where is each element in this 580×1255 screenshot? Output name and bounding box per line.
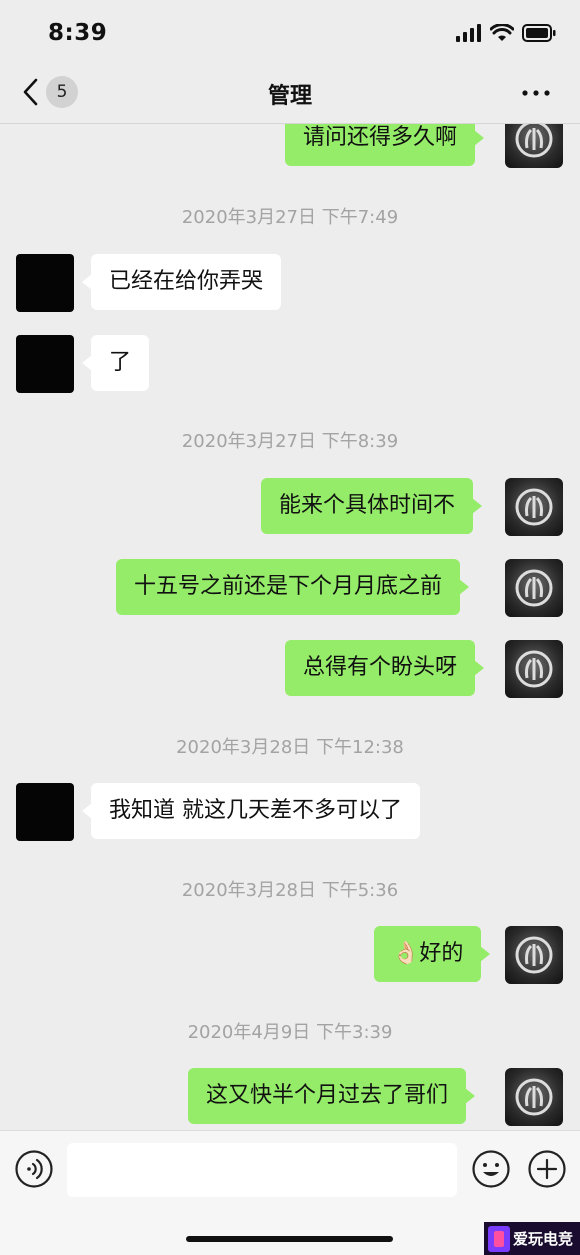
contact-avatar[interactable] [16,783,74,841]
my-avatar[interactable] [505,478,563,536]
message-timestamp: 2020年4月9日 下午3:39 [187,1022,393,1043]
plus-icon [528,1150,566,1188]
message-timestamp: 2020年3月28日 下午5:36 [181,880,399,901]
more-icon [522,90,550,96]
watermark-logo-icon [488,1225,510,1252]
contact-avatar[interactable] [16,335,74,393]
avatar-logo-icon [515,1078,553,1116]
watermark: 爱玩电竞 [484,1222,580,1255]
chat-area[interactable]: 请问还得多久啊 2020年3月27日 下午7:49 已经在给你弄哭 了 2020… [0,124,580,1130]
message-timestamp: 2020年3月27日 下午7:49 [181,207,399,228]
message-bubble-incoming[interactable]: 了 [81,335,150,391]
voice-button[interactable] [14,1149,54,1193]
watermark-text: 爱玩电竞 [513,1230,574,1248]
voice-icon [15,1150,53,1188]
wifi-icon [490,24,514,41]
avatar-logo-icon [515,569,553,607]
message-timestamp: 2020年3月27日 下午8:39 [181,431,399,452]
nav-bar: 5 管理 [0,66,580,124]
chat-title: 管理 [267,84,312,109]
emoji-button[interactable] [471,1149,511,1193]
message-timestamp: 2020年3月28日 下午12:38 [176,737,404,758]
my-avatar[interactable] [505,1068,563,1126]
emoji-icon [472,1150,510,1188]
more-functions-button[interactable] [527,1149,567,1193]
message-bubble-outgoing[interactable]: 十五号之前还是下个月月底之前 [116,559,470,615]
my-avatar[interactable] [505,559,563,617]
message-input[interactable] [67,1143,457,1197]
message-bubble-outgoing[interactable]: 👌🏻好的 [374,926,491,982]
more-button[interactable] [522,81,550,109]
my-avatar[interactable] [505,124,563,168]
avatar-logo-icon [515,124,553,158]
status-icons [456,24,556,42]
avatar-logo-icon [515,650,553,688]
status-bar: 8:39 [0,0,580,66]
avatar-logo-icon [515,936,553,974]
message-bubble-outgoing[interactable]: 总得有个盼头呀 [285,640,485,696]
my-avatar[interactable] [505,926,563,984]
message-bubble-incoming[interactable]: 我知道 就这几天差不多可以了 [82,783,420,839]
battery-icon [522,24,556,42]
signal-icon [456,24,481,42]
my-avatar[interactable] [505,640,563,698]
message-bubble-outgoing[interactable]: 这又快半个月过去了哥们 [188,1068,476,1124]
message-bubble-outgoing[interactable]: 能来个具体时间不 [261,478,483,534]
home-indicator [186,1236,393,1242]
status-time: 8:39 [48,20,108,46]
message-bubble-incoming[interactable]: 已经在给你弄哭 [81,254,282,310]
avatar-logo-icon [515,488,553,526]
message-bubble-outgoing[interactable]: 请问还得多久啊 [285,124,485,166]
contact-avatar[interactable] [16,254,74,312]
